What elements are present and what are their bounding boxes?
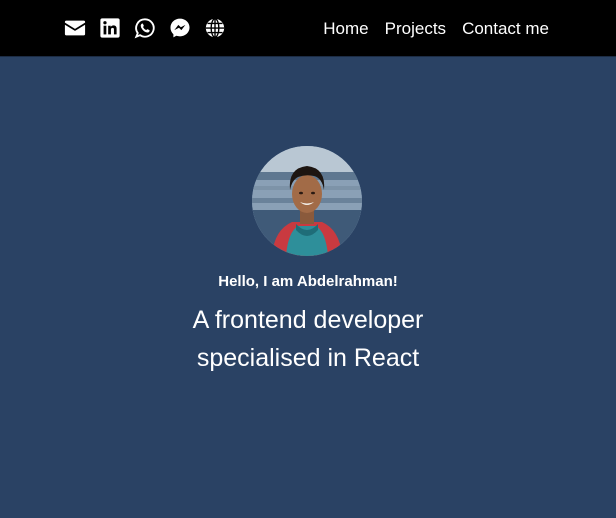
messenger-icon: [170, 18, 190, 38]
navbar: Home Projects Contact me: [0, 0, 616, 57]
tagline-heading: A frontend developer specialised in Reac…: [192, 306, 424, 372]
social-links: [64, 16, 226, 40]
linkedin-icon: [100, 18, 120, 38]
greeting-text: Hello, I am Abdelrahman!: [218, 273, 398, 290]
linkedin-link[interactable]: [99, 16, 121, 40]
whatsapp-icon: [134, 18, 155, 39]
profile-photo: [252, 146, 362, 256]
website-link[interactable]: [204, 16, 226, 40]
profile-avatar: [252, 146, 362, 256]
nav-links: Home Projects Contact me: [323, 19, 549, 39]
messenger-link[interactable]: [169, 16, 191, 40]
nav-contact-link[interactable]: Contact me: [462, 19, 549, 39]
nav-home-link[interactable]: Home: [323, 19, 368, 39]
mail-icon: [64, 20, 86, 36]
globe-icon: [205, 18, 225, 38]
hero-section: Hello, I am Abdelrahman! A frontend deve…: [0, 57, 616, 518]
nav-projects-link[interactable]: Projects: [385, 19, 446, 39]
email-link[interactable]: [64, 16, 86, 40]
whatsapp-link[interactable]: [134, 16, 156, 40]
